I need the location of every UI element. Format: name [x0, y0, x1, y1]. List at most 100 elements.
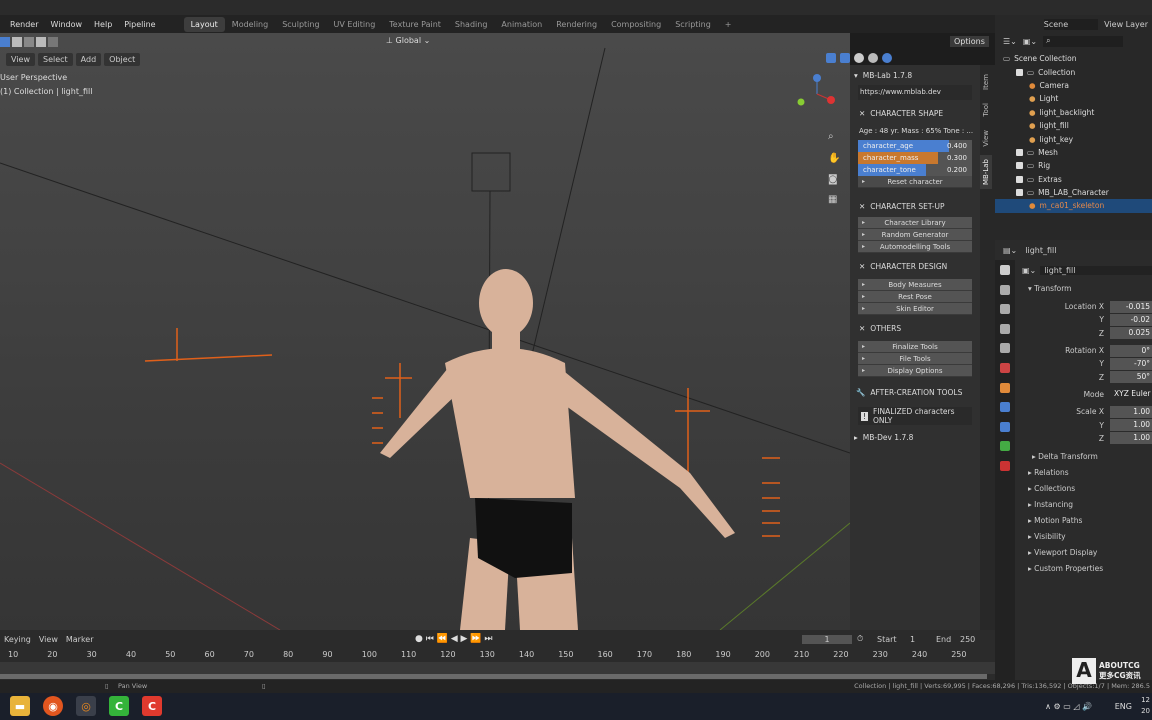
visibility-checkbox[interactable]: [1016, 68, 1023, 76]
end-frame-field[interactable]: 250: [960, 635, 975, 644]
visibility-checkbox[interactable]: [1016, 148, 1023, 156]
location-y-field[interactable]: -0.02: [1110, 313, 1152, 326]
viewport-menu-add[interactable]: Add: [75, 53, 102, 66]
language-indicator[interactable]: ENG: [1115, 702, 1132, 711]
tab-workspace-sculpting[interactable]: Sculpting: [275, 17, 326, 32]
scene-name[interactable]: Scene: [1043, 18, 1099, 30]
visibility-checkbox[interactable]: [1016, 175, 1023, 183]
blender-icon[interactable]: ◎: [76, 696, 96, 716]
sidebar-tab-mb-lab[interactable]: MB-Lab: [980, 155, 992, 190]
character-library-button[interactable]: Character Library: [858, 217, 972, 229]
panel-viewport-display[interactable]: ▸ Viewport Display: [1020, 545, 1152, 561]
3d-viewport[interactable]: [0, 33, 850, 630]
properties-tab-icon-6[interactable]: [1000, 382, 1010, 393]
tab-workspace-scripting[interactable]: Scripting: [668, 17, 718, 32]
visibility-checkbox[interactable]: [1016, 189, 1023, 197]
display-mode-icon[interactable]: ☰⌄: [1003, 37, 1017, 46]
keying-menu[interactable]: Keying: [0, 635, 31, 644]
tab-workspace-modeling[interactable]: Modeling: [225, 17, 275, 32]
rotation-z-field[interactable]: 50°: [1110, 371, 1152, 384]
outliner-item-mesh[interactable]: ▭ Mesh: [995, 146, 1152, 159]
tab-workspace-layout[interactable]: Layout: [183, 16, 225, 32]
reset-character-button[interactable]: Reset character: [858, 176, 972, 188]
panel-motion-paths[interactable]: ▸ Motion Paths: [1020, 513, 1152, 529]
outliner-item-light_fill[interactable]: ● light_fill: [995, 119, 1152, 132]
panel-custom-properties[interactable]: ▸ Custom Properties: [1020, 561, 1152, 577]
rotation-x-field[interactable]: 0°: [1110, 344, 1152, 357]
panel-instancing[interactable]: ▸ Instancing: [1020, 497, 1152, 513]
view-menu[interactable]: View: [31, 635, 58, 644]
current-frame-field[interactable]: 1: [802, 634, 852, 644]
panel-relations[interactable]: ▸ Relations: [1020, 465, 1152, 481]
slider-character-mass[interactable]: character_mass 0.300: [858, 152, 972, 164]
menu-pipeline[interactable]: Pipeline: [118, 20, 161, 29]
automodelling-tools-button[interactable]: Automodelling Tools: [858, 241, 972, 253]
start-frame-field[interactable]: 1: [910, 635, 915, 644]
filter-icon[interactable]: ▣⌄: [1023, 37, 1037, 46]
scale-y-field[interactable]: 1.00: [1110, 419, 1152, 432]
properties-tab-icon-10[interactable]: [1000, 460, 1010, 471]
skin-editor-button[interactable]: Skin Editor: [858, 303, 972, 315]
viewport-menu-select[interactable]: Select: [37, 53, 73, 66]
outliner-item-light_backlight[interactable]: ● light_backlight: [995, 106, 1152, 119]
properties-tab-icon-1[interactable]: [1000, 284, 1010, 295]
tab-workspace-rendering[interactable]: Rendering: [549, 17, 604, 32]
editor-type-icon[interactable]: ▤⌄: [1003, 246, 1017, 255]
recorder-icon[interactable]: C: [142, 696, 162, 716]
tab-workspace-animation[interactable]: Animation: [494, 17, 549, 32]
clock-time[interactable]: 12: [1141, 696, 1150, 704]
camtasia-icon[interactable]: C: [109, 696, 129, 716]
panel-collections[interactable]: ▸ Collections: [1020, 481, 1152, 497]
timeline-track[interactable]: [0, 662, 995, 674]
menu-window[interactable]: Window: [44, 20, 88, 29]
menu-render[interactable]: Render: [4, 20, 44, 29]
display-options-button[interactable]: Display Options: [858, 365, 972, 377]
transform-panel-header[interactable]: ▾ Transform: [1020, 280, 1152, 296]
menu-help[interactable]: Help: [88, 20, 118, 29]
properties-tab-icon-3[interactable]: [1000, 323, 1010, 334]
mblab-url[interactable]: https://www.mblab.dev: [858, 85, 972, 100]
random-generator-button[interactable]: Random Generator: [858, 229, 972, 241]
properties-tab-icon-2[interactable]: [1000, 304, 1010, 315]
properties-tab-icon-4[interactable]: [1000, 343, 1010, 354]
properties-tab-icon-9[interactable]: [1000, 441, 1010, 452]
viewport-menu-object[interactable]: Object: [104, 53, 141, 66]
outliner-item-extras[interactable]: ▭ Extras: [995, 173, 1152, 186]
slider-character-age[interactable]: character_age 0.400: [858, 140, 972, 152]
properties-tab-icon-7[interactable]: [1000, 402, 1010, 413]
outliner-item-scene-collection[interactable]: ▭ Scene Collection: [995, 52, 1152, 65]
slider-character-tone[interactable]: character_tone 0.200: [858, 164, 972, 176]
location-z-field[interactable]: 0.025: [1110, 327, 1152, 340]
search-input[interactable]: ⌕: [1043, 35, 1124, 47]
rest-pose-button[interactable]: Rest Pose: [858, 291, 972, 303]
properties-tab-icon-5[interactable]: [1000, 362, 1010, 373]
finalize-tools-button[interactable]: Finalize Tools: [858, 341, 972, 353]
firefox-icon[interactable]: ◉: [43, 696, 63, 716]
file-tools-button[interactable]: File Tools: [858, 353, 972, 365]
tab-workspace-uv-editing[interactable]: UV Editing: [327, 17, 383, 32]
rotation-mode-dropdown[interactable]: XYZ Euler: [1110, 388, 1152, 401]
properties-tab-icon-8[interactable]: [1000, 421, 1010, 432]
body-measures-button[interactable]: Body Measures: [858, 279, 972, 291]
mblab-header[interactable]: ▾ MB-Lab 1.7.8: [850, 65, 980, 85]
scale-x-field[interactable]: 1.00: [1110, 405, 1152, 418]
sidebar-tab-item[interactable]: Item: [980, 70, 992, 94]
outliner-item-light[interactable]: ● Light: [995, 92, 1152, 105]
timeline-scrollbar[interactable]: [0, 674, 987, 679]
outliner-item-mb_lab_character[interactable]: ▭ MB_LAB_Character: [995, 186, 1152, 199]
scale-z-field[interactable]: 1.00: [1110, 432, 1152, 445]
playback-controls[interactable]: ● ⏮ ⏪ ◀ ▶ ⏩ ⏭: [415, 634, 492, 644]
tab-workspace-shading[interactable]: Shading: [448, 17, 495, 32]
system-tray-icons[interactable]: ∧ ⚙ ▭ ◿ 🔊: [1045, 702, 1092, 711]
rotation-y-field[interactable]: -70°: [1110, 357, 1152, 370]
properties-tab-icon-0[interactable]: [1000, 265, 1010, 275]
shading-buttons[interactable]: [826, 53, 892, 63]
tab-workspace-compositing[interactable]: Compositing: [604, 17, 668, 32]
marker-menu[interactable]: Marker: [58, 635, 94, 644]
options-button[interactable]: Options: [950, 36, 989, 47]
delta-transform-header[interactable]: ▸ Delta Transform: [1020, 449, 1152, 465]
outliner-item-rig[interactable]: ▭ Rig: [995, 159, 1152, 172]
outliner-item-collection[interactable]: ▭ Collection: [995, 65, 1152, 78]
file-explorer-icon[interactable]: ▬: [10, 696, 30, 716]
sidebar-tab-view[interactable]: View: [980, 126, 992, 151]
